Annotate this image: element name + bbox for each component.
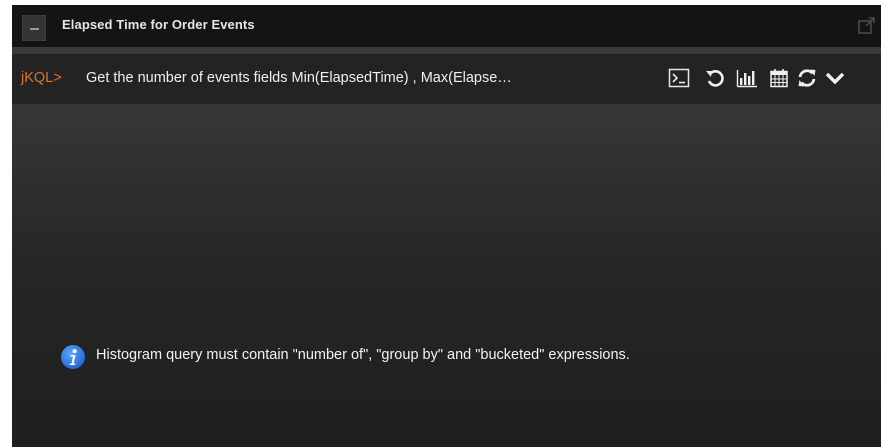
chevron-down-icon[interactable]	[824, 67, 846, 89]
refresh-icon[interactable]	[796, 67, 818, 89]
info-message: Histogram query must contain "number of"…	[12, 344, 881, 370]
info-icon	[60, 344, 86, 370]
minus-icon	[30, 28, 39, 30]
widget-header: Elapsed Time for Order Events	[12, 5, 881, 47]
query-prompt: jKQL>	[21, 70, 62, 86]
undo-icon[interactable]	[704, 67, 726, 89]
histogram-widget: Elapsed Time for Order Events jKQL> Get …	[12, 5, 881, 447]
terminal-icon[interactable]	[668, 67, 690, 89]
bar-chart-icon[interactable]	[736, 67, 758, 89]
calendar-icon[interactable]	[768, 67, 790, 89]
info-message-text: Histogram query must contain "number of"…	[96, 347, 630, 363]
query-bar: jKQL> Get the number of events fields Mi…	[12, 54, 881, 104]
popout-icon[interactable]	[857, 15, 877, 35]
collapse-button[interactable]	[22, 15, 46, 41]
widget-title: Elapsed Time for Order Events	[62, 17, 255, 32]
query-input[interactable]: Get the number of events fields Min(Elap…	[86, 70, 662, 86]
